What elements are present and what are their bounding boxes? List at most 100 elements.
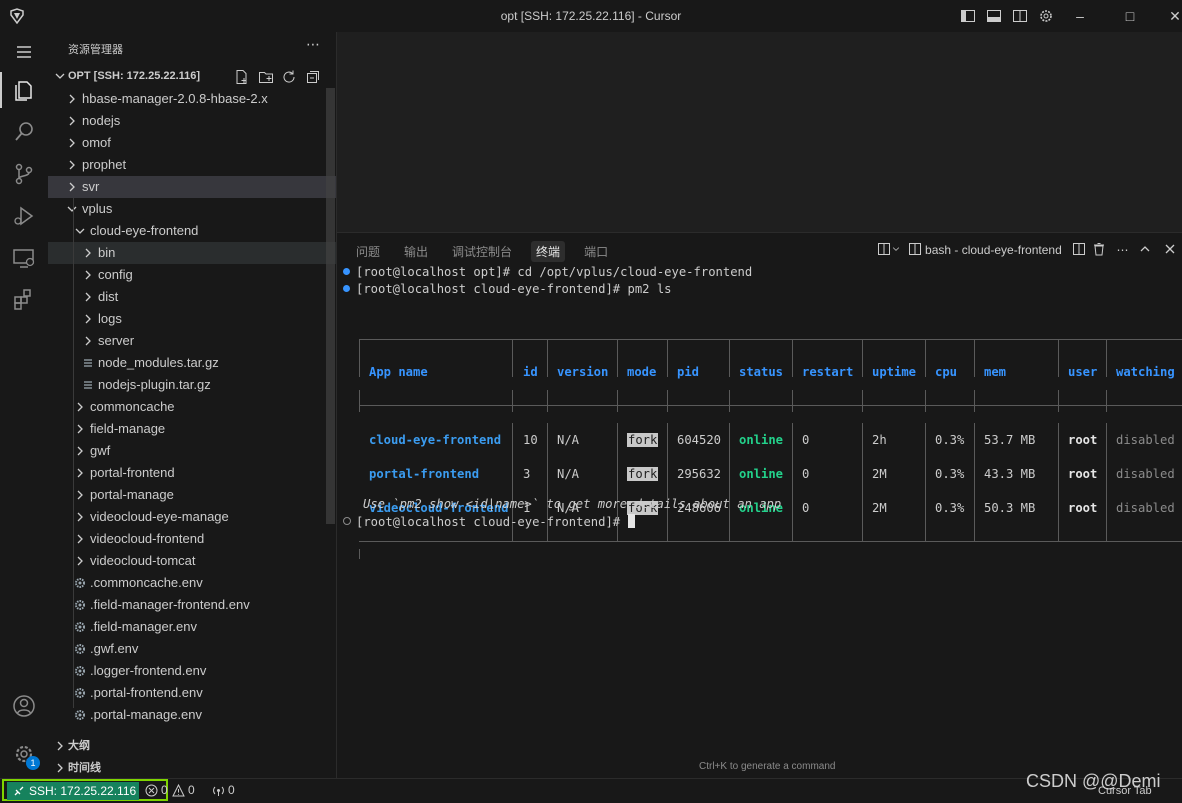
table-divider xyxy=(729,339,730,377)
split-layout-icon[interactable] xyxy=(877,242,891,256)
table-cell: 50.3 MB xyxy=(984,501,1036,515)
table-cell: online xyxy=(739,433,784,447)
search-icon[interactable] xyxy=(10,118,38,146)
explorer-title: 资源管理器 xyxy=(68,44,123,56)
collapse-all-icon[interactable] xyxy=(305,69,321,85)
split-terminal-icon[interactable] xyxy=(1072,242,1086,256)
tree-folder[interactable]: logs xyxy=(48,308,336,330)
timeline-section-header[interactable]: 时间线 xyxy=(48,757,336,778)
table-divider xyxy=(974,390,975,412)
indent-guide xyxy=(73,198,74,708)
title-bar: opt [SSH: 172.25.22.116] - Cursor – □ ✕ xyxy=(0,0,1182,33)
table-cell: root xyxy=(1068,467,1098,481)
tree-file[interactable]: .gwf.env xyxy=(48,638,336,660)
panel-tab[interactable]: 问题 xyxy=(351,241,385,262)
ports-icon[interactable] xyxy=(212,784,225,797)
tree-file[interactable]: .portal-frontend.env xyxy=(48,682,336,704)
chevron-right-icon xyxy=(77,468,83,478)
tree-file[interactable]: .field-manager-frontend.env xyxy=(48,594,336,616)
table-cell: 2h xyxy=(872,433,887,447)
error-count[interactable]: 0 xyxy=(161,783,168,797)
warning-icon[interactable] xyxy=(172,784,185,797)
tree-item-label: config xyxy=(98,267,133,282)
tree-folder[interactable]: portal-frontend xyxy=(48,462,336,484)
tree-folder[interactable]: videocloud-frontend xyxy=(48,528,336,550)
tree-item-label: logs xyxy=(98,311,122,326)
tree-folder[interactable]: hbase-manager-2.0.8-hbase-2.x xyxy=(48,88,336,110)
tree-folder[interactable]: gwf xyxy=(48,440,336,462)
tree-folder[interactable]: omof xyxy=(48,132,336,154)
extensions-icon[interactable] xyxy=(10,286,38,314)
tree-folder[interactable]: videocloud-tomcat xyxy=(48,550,336,572)
remote-indicator[interactable]: SSH: 172.25.22.116 xyxy=(7,782,139,800)
toggle-primary-sidebar-icon[interactable] xyxy=(960,8,976,24)
new-file-icon[interactable] xyxy=(234,69,250,85)
ports-count[interactable]: 0 xyxy=(228,783,235,797)
panel-tab[interactable]: 终端 xyxy=(531,241,566,262)
trash-icon[interactable] xyxy=(1092,242,1106,256)
tree-item-label: nodejs xyxy=(82,113,121,128)
tree-folder[interactable]: cloud-eye-frontend xyxy=(48,220,336,242)
maximize-panel-icon[interactable] xyxy=(1138,242,1152,256)
tree-item-label: omof xyxy=(82,135,111,150)
tree-folder[interactable]: field-manage xyxy=(48,418,336,440)
tree-folder[interactable]: portal-manage xyxy=(48,484,336,506)
tree-item-label: cloud-eye-frontend xyxy=(90,223,199,238)
gear-file-icon xyxy=(75,600,85,610)
table-cell: cloud-eye-frontend xyxy=(369,433,502,447)
sidebar-scrollbar[interactable] xyxy=(326,88,335,524)
settings-icon[interactable] xyxy=(1038,8,1054,24)
more-actions-button[interactable]: ⋯ xyxy=(306,36,321,53)
terminal-line: [root@localhost cloud-eye-frontend]# pm2… xyxy=(356,282,672,296)
tree-file[interactable]: .field-manager.env xyxy=(48,616,336,638)
chevron-right-icon xyxy=(85,336,91,346)
terminal-instance-name[interactable]: bash - cloud-eye-frontend xyxy=(925,243,1062,257)
workspace-section-header[interactable]: OPT [SSH: 172.25.22.116] xyxy=(48,66,336,88)
table-divider xyxy=(617,339,618,377)
tree-folder[interactable]: dist xyxy=(48,286,336,308)
tree-file[interactable]: nodejs-plugin.tar.gz xyxy=(48,374,336,396)
account-icon[interactable] xyxy=(10,692,38,720)
close-panel-icon[interactable] xyxy=(1163,242,1177,256)
editor-area[interactable] xyxy=(337,32,1182,232)
panel-tab[interactable]: 输出 xyxy=(399,241,433,262)
minimize-button[interactable]: – xyxy=(1070,6,1090,26)
tree-folder[interactable]: commoncache xyxy=(48,396,336,418)
more-terminal-actions-button[interactable]: ⋯ xyxy=(1116,243,1128,257)
warning-count[interactable]: 0 xyxy=(188,783,195,797)
new-folder-icon[interactable] xyxy=(258,69,274,85)
terminal-line: [root@localhost opt]# cd /opt/vplus/clou… xyxy=(356,265,753,279)
outline-section-header[interactable]: 大纲 xyxy=(48,735,336,757)
remote-explorer-icon[interactable] xyxy=(10,244,38,272)
tree-folder[interactable]: nodejs xyxy=(48,110,336,132)
tree-item-label: portal-frontend xyxy=(90,465,175,480)
tree-item-label: .gwf.env xyxy=(90,641,139,656)
run-debug-icon[interactable] xyxy=(10,202,38,230)
toggle-panel-icon[interactable] xyxy=(986,8,1002,24)
explorer-icon[interactable] xyxy=(0,72,38,108)
prompt-text: [root@localhost cloud-eye-frontend]# xyxy=(356,515,628,529)
menu-icon[interactable] xyxy=(10,38,38,66)
tree-folder[interactable]: server xyxy=(48,330,336,352)
tree-folder[interactable]: prophet xyxy=(48,154,336,176)
panel-tab[interactable]: 端口 xyxy=(579,241,613,262)
error-icon[interactable] xyxy=(145,784,158,797)
refresh-icon[interactable] xyxy=(281,69,297,85)
tree-folder[interactable]: config xyxy=(48,264,336,286)
source-control-icon[interactable] xyxy=(10,160,38,188)
tree-file[interactable]: .commoncache.env xyxy=(48,572,336,594)
maximize-button[interactable]: □ xyxy=(1120,6,1140,26)
tree-folder[interactable]: videocloud-eye-manage xyxy=(48,506,336,528)
table-header-cell: user xyxy=(1068,365,1098,379)
tree-folder[interactable]: bin xyxy=(48,242,336,264)
tree-folder[interactable]: svr xyxy=(48,176,336,198)
close-button[interactable]: ✕ xyxy=(1165,6,1182,26)
toggle-secondary-sidebar-icon[interactable] xyxy=(1012,8,1028,24)
panel-tab[interactable]: 调试控制台 xyxy=(447,241,517,262)
tree-file[interactable]: .logger-frontend.env xyxy=(48,660,336,682)
chevron-down-icon[interactable] xyxy=(891,242,901,256)
tree-file[interactable]: node_modules.tar.gz xyxy=(48,352,336,374)
tree-file[interactable]: .portal-manage.env xyxy=(48,704,336,726)
tree-folder[interactable]: vplus xyxy=(48,198,336,220)
tree-item-label: svr xyxy=(82,179,100,194)
